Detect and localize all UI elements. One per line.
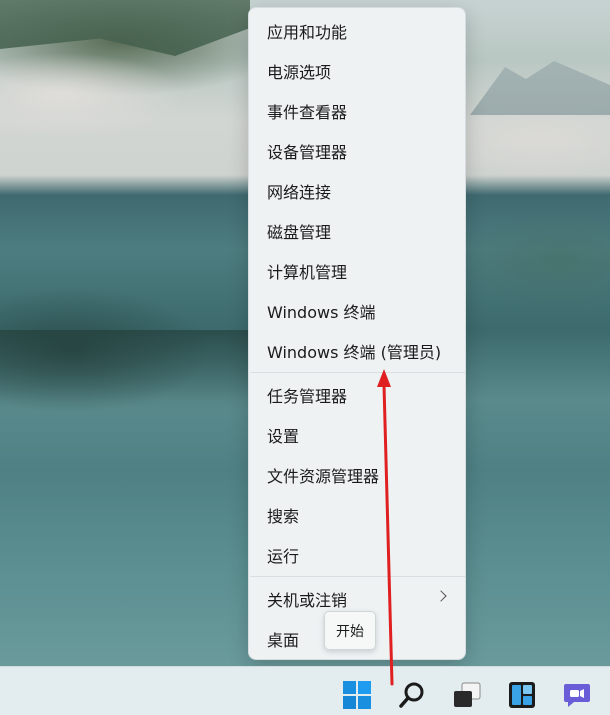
menu-item-network-connections[interactable]: 网络连接 — [249, 173, 465, 209]
menu-item-settings[interactable]: 设置 — [249, 417, 465, 453]
menu-item-search[interactable]: 搜索 — [249, 497, 465, 533]
task-view-button[interactable] — [447, 675, 487, 715]
menu-item-disk-management[interactable]: 磁盘管理 — [249, 213, 465, 249]
menu-item-file-explorer[interactable]: 文件资源管理器 — [249, 457, 465, 493]
menu-item-power-options[interactable]: 电源选项 — [249, 53, 465, 89]
start-context-menu: 应用和功能 电源选项 事件查看器 设备管理器 网络连接 磁盘管理 计算机管理 W… — [248, 7, 466, 660]
taskbar — [0, 666, 610, 715]
widgets-icon — [509, 682, 535, 708]
chevron-right-icon — [435, 590, 447, 602]
menu-item-task-manager[interactable]: 任务管理器 — [249, 377, 465, 413]
menu-separator — [250, 372, 465, 373]
task-view-icon — [454, 682, 481, 707]
wallpaper-reflection — [0, 330, 250, 410]
start-button[interactable] — [337, 675, 377, 715]
menu-item-apps-features[interactable]: 应用和功能 — [249, 13, 465, 49]
menu-item-event-viewer[interactable]: 事件查看器 — [249, 93, 465, 129]
menu-item-run[interactable]: 运行 — [249, 537, 465, 573]
menu-item-windows-terminal[interactable]: Windows 终端 — [249, 293, 465, 329]
teams-chat-button[interactable] — [557, 675, 597, 715]
menu-separator — [250, 576, 465, 577]
menu-item-computer-management[interactable]: 计算机管理 — [249, 253, 465, 289]
search-icon — [399, 682, 424, 708]
menu-item-device-manager[interactable]: 设备管理器 — [249, 133, 465, 169]
taskbar-search-button[interactable] — [392, 675, 432, 715]
menu-item-windows-terminal-admin[interactable]: Windows 终端 (管理员) — [249, 333, 465, 369]
widgets-button[interactable] — [502, 675, 542, 715]
windows-start-icon — [343, 681, 371, 709]
teams-chat-icon — [564, 684, 590, 707]
start-tooltip: 开始 — [324, 611, 376, 650]
